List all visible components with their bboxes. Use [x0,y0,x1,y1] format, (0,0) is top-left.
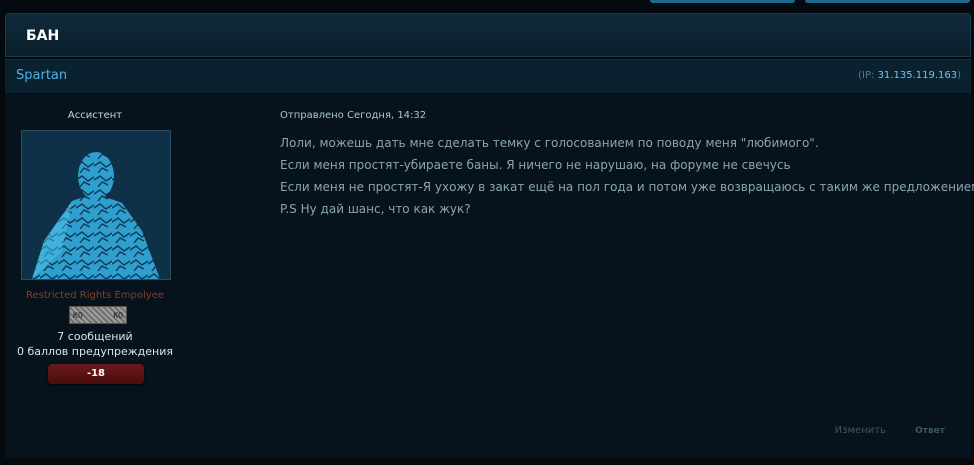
rank-title: Restricted Rights Empolyee [25,290,165,301]
post-text-line: Если меня не простят-Я ухожу в закат ещё… [280,180,974,194]
reply-button[interactable]: Ответ [915,426,945,436]
topic-title: БАН [26,28,60,44]
post-text-line: Лоли, можешь дать мне сделать темку с го… [280,136,819,150]
rank-image: КО КО [69,306,127,324]
post-body: Ассистент Restricted Rights Empolyee КО … [5,94,974,458]
top-tab-1[interactable] [650,0,795,3]
post-header: Spartan (IP: 31.135.119.163) [5,59,971,93]
ip-label: IP: [862,70,878,81]
avatar[interactable] [21,130,171,280]
rank-image-text-right: КО [113,310,123,320]
avatar-image [22,131,170,279]
reputation-badge: -18 [48,364,144,384]
ip-info: (IP: 31.135.119.163) [858,70,961,81]
post-text-line: Если меня простят-убираете баны. Я ничег… [280,158,791,172]
author-role: Ассистент [67,110,123,121]
post-count: 7 сообщений [57,330,133,343]
author-panel: Ассистент Restricted Rights Empolyee КО … [10,94,180,458]
post-actions: Изменить Ответ [835,425,945,436]
ip-address-link[interactable]: 31.135.119.163 [878,70,958,81]
warning-points: 0 баллов предупреждения [16,345,174,358]
top-tab-2[interactable] [805,0,970,3]
author-name-link[interactable]: Spartan [16,68,67,83]
post-content: Отправлено Сегодня, 14:32 Лоли, можешь д… [280,110,974,220]
rank-image-text-left: КО [73,310,83,320]
post-text-line: P.S Ну дай шанс, что как жук? [280,202,471,216]
topic-header: БАН [5,13,971,57]
edit-button[interactable]: Изменить [835,425,886,436]
post-date: Отправлено Сегодня, 14:32 [280,110,427,121]
